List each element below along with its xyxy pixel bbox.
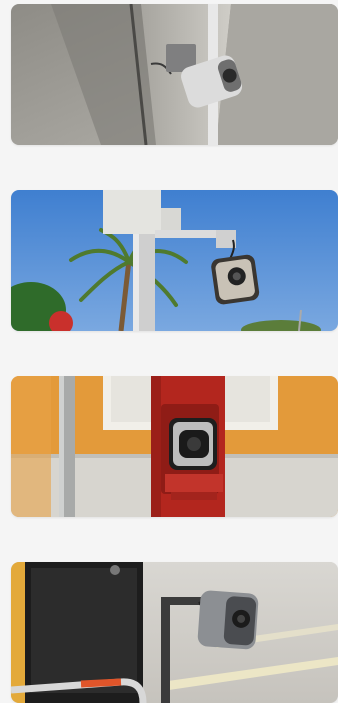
roadside-post-camera-photo (11, 562, 338, 703)
image-gallery (0, 0, 338, 703)
street-pole-camera-photo (11, 190, 338, 331)
gallery-image-1[interactable] (11, 4, 338, 145)
red-bollard-camera-photo (11, 376, 338, 517)
gallery-image-3[interactable] (11, 376, 338, 517)
gallery-image-2[interactable] (11, 190, 338, 331)
concrete-beam-camera-photo (11, 4, 338, 145)
gallery-image-4[interactable] (11, 562, 338, 703)
